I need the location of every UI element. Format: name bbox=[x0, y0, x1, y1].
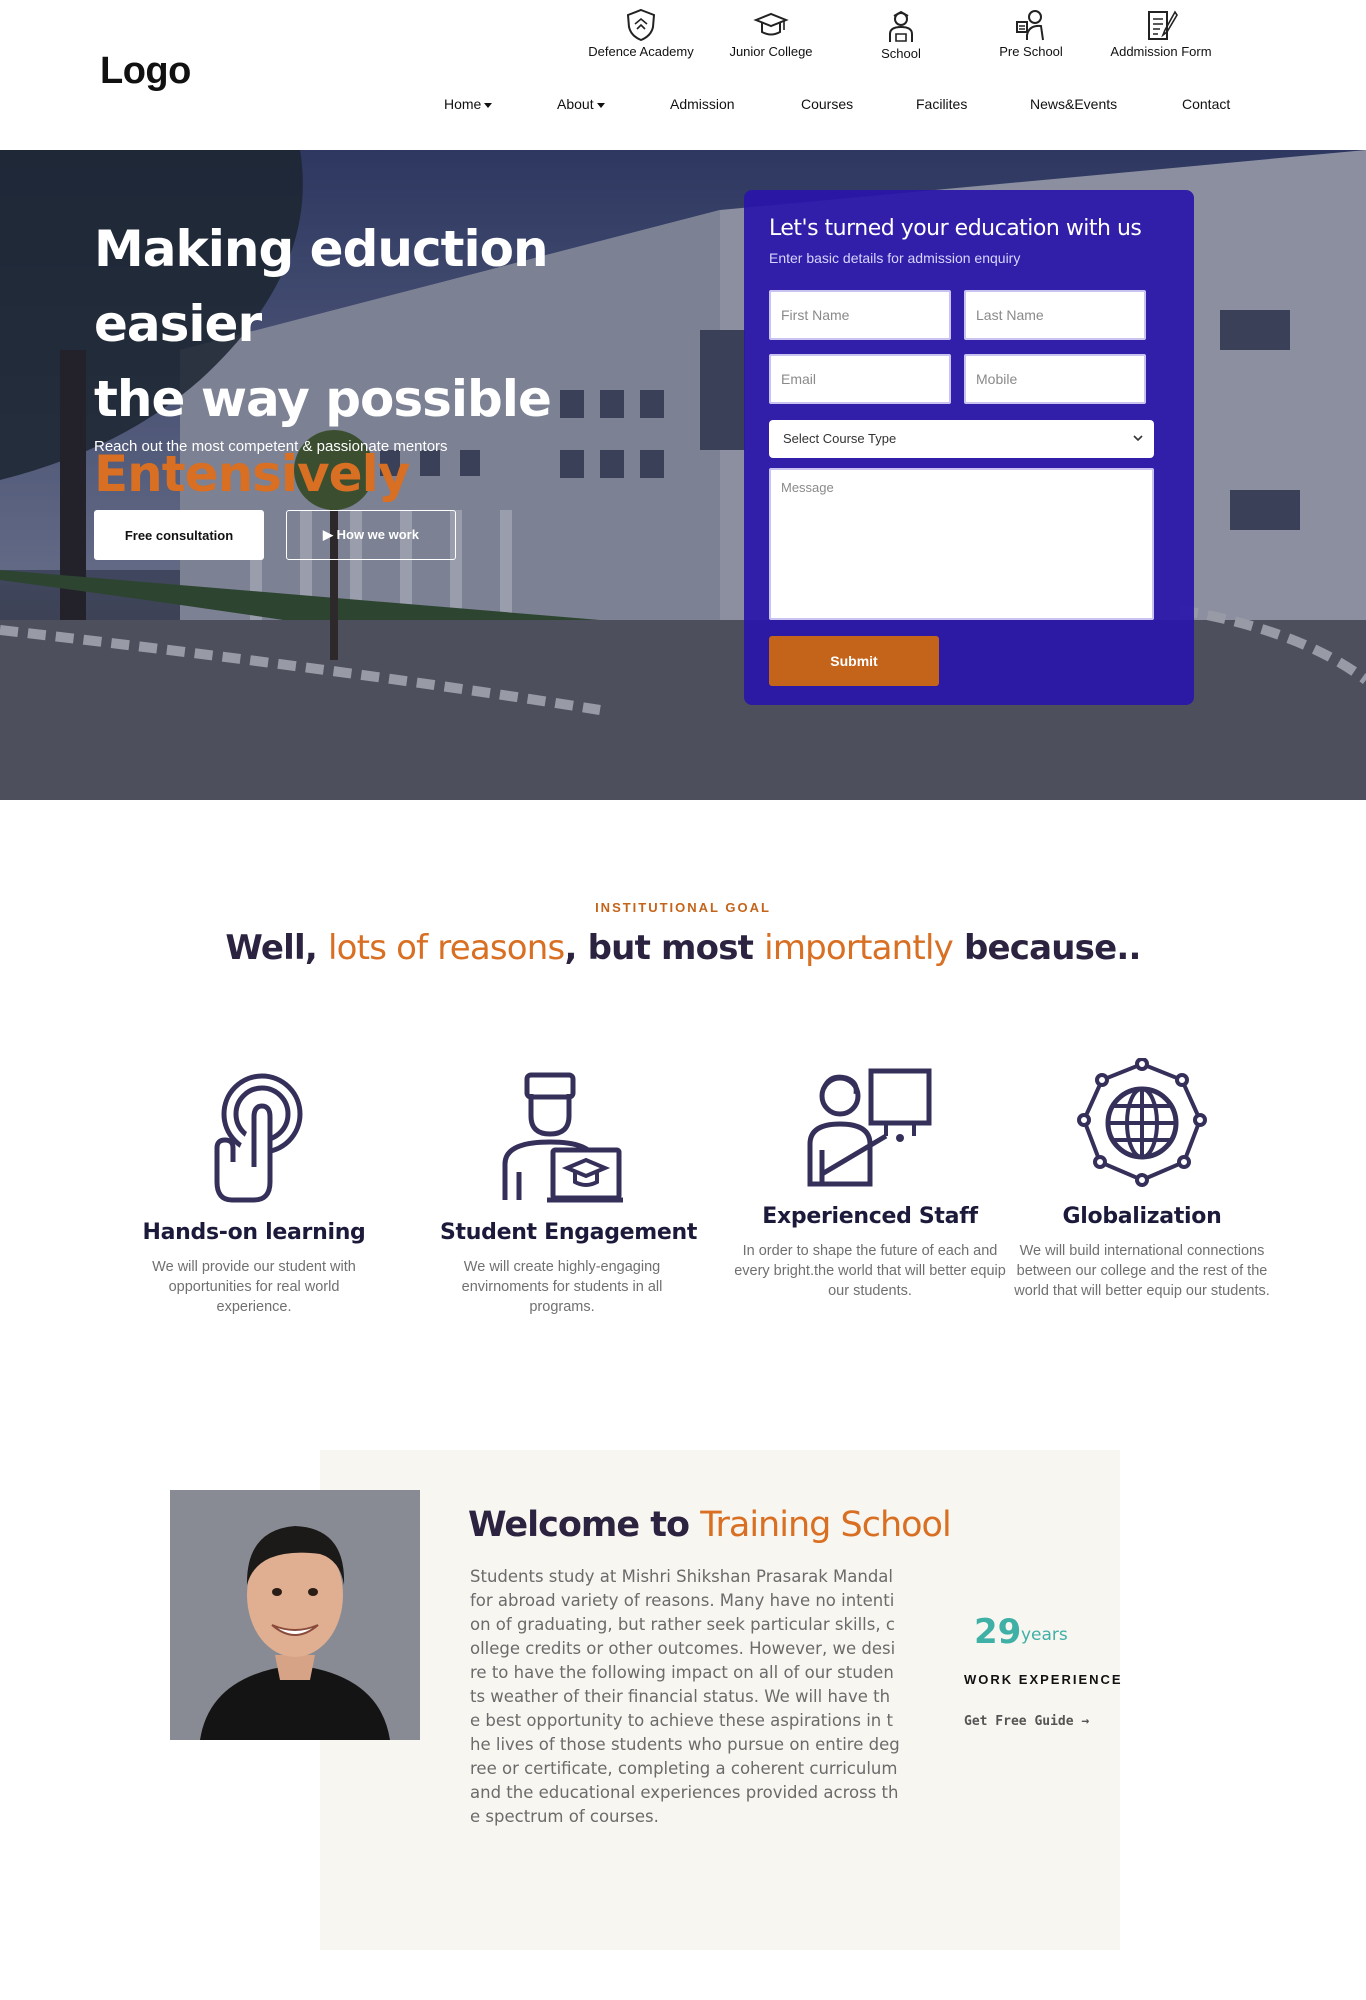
caret-down-icon bbox=[596, 102, 605, 108]
course-type-value: Select Course Type bbox=[783, 431, 897, 446]
globe-network-icon bbox=[1077, 1058, 1207, 1187]
submit-button[interactable]: Submit bbox=[769, 636, 939, 686]
quick-link-pre-school[interactable]: Pre School bbox=[966, 8, 1096, 59]
first-name-field[interactable] bbox=[769, 290, 951, 340]
feature-globalization: Globalization We will build internationa… bbox=[1008, 1058, 1276, 1301]
goal-heading-part: Well, bbox=[225, 928, 329, 968]
person-photo-icon bbox=[170, 1490, 420, 1740]
mobile-field[interactable] bbox=[964, 354, 1146, 404]
hero-subtitle: Reach out the most competent & passionat… bbox=[94, 438, 448, 455]
feature-description: In order to shape the future of each and… bbox=[734, 1243, 1006, 1299]
hero-title-line2: the way possible bbox=[94, 370, 552, 428]
quick-link-label: Junior College bbox=[729, 44, 813, 59]
site-header: Logo Defence Academy Junior College Scho… bbox=[0, 0, 1366, 150]
free-consultation-button[interactable]: Free consultation bbox=[94, 510, 264, 560]
main-nav: Home About Admission Courses Facilites N… bbox=[0, 96, 1366, 120]
course-type-select[interactable]: Select Course Type bbox=[769, 420, 1154, 458]
staff-portrait-image bbox=[170, 1490, 420, 1740]
feature-title: Experienced Staff bbox=[762, 1204, 978, 1229]
quick-links: Defence Academy Junior College School Pr… bbox=[0, 8, 1366, 68]
experience-years-number: 29 bbox=[974, 1612, 1022, 1652]
quick-link-label: School bbox=[881, 46, 921, 61]
feature-description: We will provide our student with opportu… bbox=[152, 1259, 356, 1315]
welcome-title-accent: Training School bbox=[700, 1505, 951, 1545]
goal-heading-accent: importantly bbox=[764, 928, 954, 968]
hero-title-line1: Making eduction easier bbox=[94, 220, 549, 353]
quick-link-junior-college[interactable]: Junior College bbox=[706, 8, 836, 59]
feature-title: Student Engagement bbox=[440, 1220, 698, 1245]
experience-years-unit: years bbox=[1021, 1625, 1068, 1645]
nav-item-label: About bbox=[557, 96, 594, 112]
last-name-field[interactable] bbox=[964, 290, 1146, 340]
graduation-cap-icon bbox=[753, 12, 789, 36]
nav-item-contact[interactable]: Contact bbox=[1182, 96, 1230, 112]
shield-icon bbox=[626, 8, 656, 42]
feature-title: Hands-on learning bbox=[142, 1220, 366, 1245]
get-free-guide-link[interactable]: Get Free Guide → bbox=[964, 1714, 1089, 1729]
hero-title: Making eduction easier the way possible … bbox=[94, 212, 714, 512]
feature-title: Globalization bbox=[1062, 1204, 1222, 1229]
pre-school-icon bbox=[1016, 10, 1044, 41]
hero-section: Making eduction easier the way possible … bbox=[0, 150, 1366, 800]
form-icon bbox=[1148, 10, 1178, 40]
goal-heading: Well, lots of reasons, but most importan… bbox=[0, 928, 1366, 968]
teacher-board-icon bbox=[807, 1068, 932, 1187]
quick-link-defence-academy[interactable]: Defence Academy bbox=[576, 8, 706, 59]
feature-hands-on-learning: Hands-on learning We will provide our st… bbox=[136, 1072, 372, 1317]
caret-down-icon bbox=[484, 102, 493, 108]
quick-link-school[interactable]: School bbox=[836, 8, 966, 61]
goal-heading-part: , but most bbox=[564, 928, 765, 968]
feature-student-engagement: Student Engagement We will create highly… bbox=[440, 1072, 698, 1317]
goal-heading-part: because.. bbox=[952, 928, 1141, 968]
nav-item-courses[interactable]: Courses bbox=[801, 96, 853, 112]
welcome-title: Welcome to Training School bbox=[468, 1505, 952, 1545]
quick-link-label: Pre School bbox=[999, 44, 1063, 59]
nav-item-news-events[interactable]: News&Events bbox=[1030, 96, 1117, 112]
feature-experienced-staff: Experienced Staff In order to shape the … bbox=[727, 1066, 1013, 1301]
experience-label: WORK EXPERIENCE bbox=[964, 1672, 1123, 1687]
student-icon bbox=[889, 10, 913, 42]
nav-item-about[interactable]: About bbox=[557, 96, 605, 112]
welcome-title-part: Welcome to bbox=[468, 1505, 701, 1545]
how-we-work-button[interactable]: ▶ How we work bbox=[286, 510, 456, 560]
nav-item-facilites[interactable]: Facilites bbox=[916, 96, 967, 112]
feature-description: We will create highly-engaging envirnome… bbox=[461, 1259, 663, 1315]
message-field[interactable] bbox=[769, 468, 1154, 620]
admission-enquiry-form: Let's turned your education with us Ente… bbox=[744, 190, 1194, 705]
goal-heading-accent: lots of reasons bbox=[328, 928, 565, 968]
nav-item-admission[interactable]: Admission bbox=[670, 96, 735, 112]
pointing-hand-icon bbox=[214, 1073, 303, 1203]
nav-item-home[interactable]: Home bbox=[444, 96, 493, 112]
feature-description: We will build international connections … bbox=[1014, 1243, 1270, 1299]
chevron-down-icon bbox=[1133, 435, 1143, 442]
quick-link-label: Defence Academy bbox=[588, 44, 694, 59]
welcome-body-text: Students study at Mishri Shikshan Prasar… bbox=[470, 1567, 900, 1826]
section-eyebrow: INSTITUTIONAL GOAL bbox=[595, 900, 771, 915]
enquiry-subtitle: Enter basic details for admission enquir… bbox=[769, 250, 1021, 266]
student-laptop-icon bbox=[502, 1072, 623, 1203]
email-field[interactable] bbox=[769, 354, 951, 404]
enquiry-title: Let's turned your education with us bbox=[769, 216, 1142, 241]
quick-link-admission-form[interactable]: Addmission Form bbox=[1096, 8, 1226, 59]
nav-item-label: Home bbox=[444, 96, 482, 112]
quick-link-label: Addmission Form bbox=[1110, 44, 1212, 59]
